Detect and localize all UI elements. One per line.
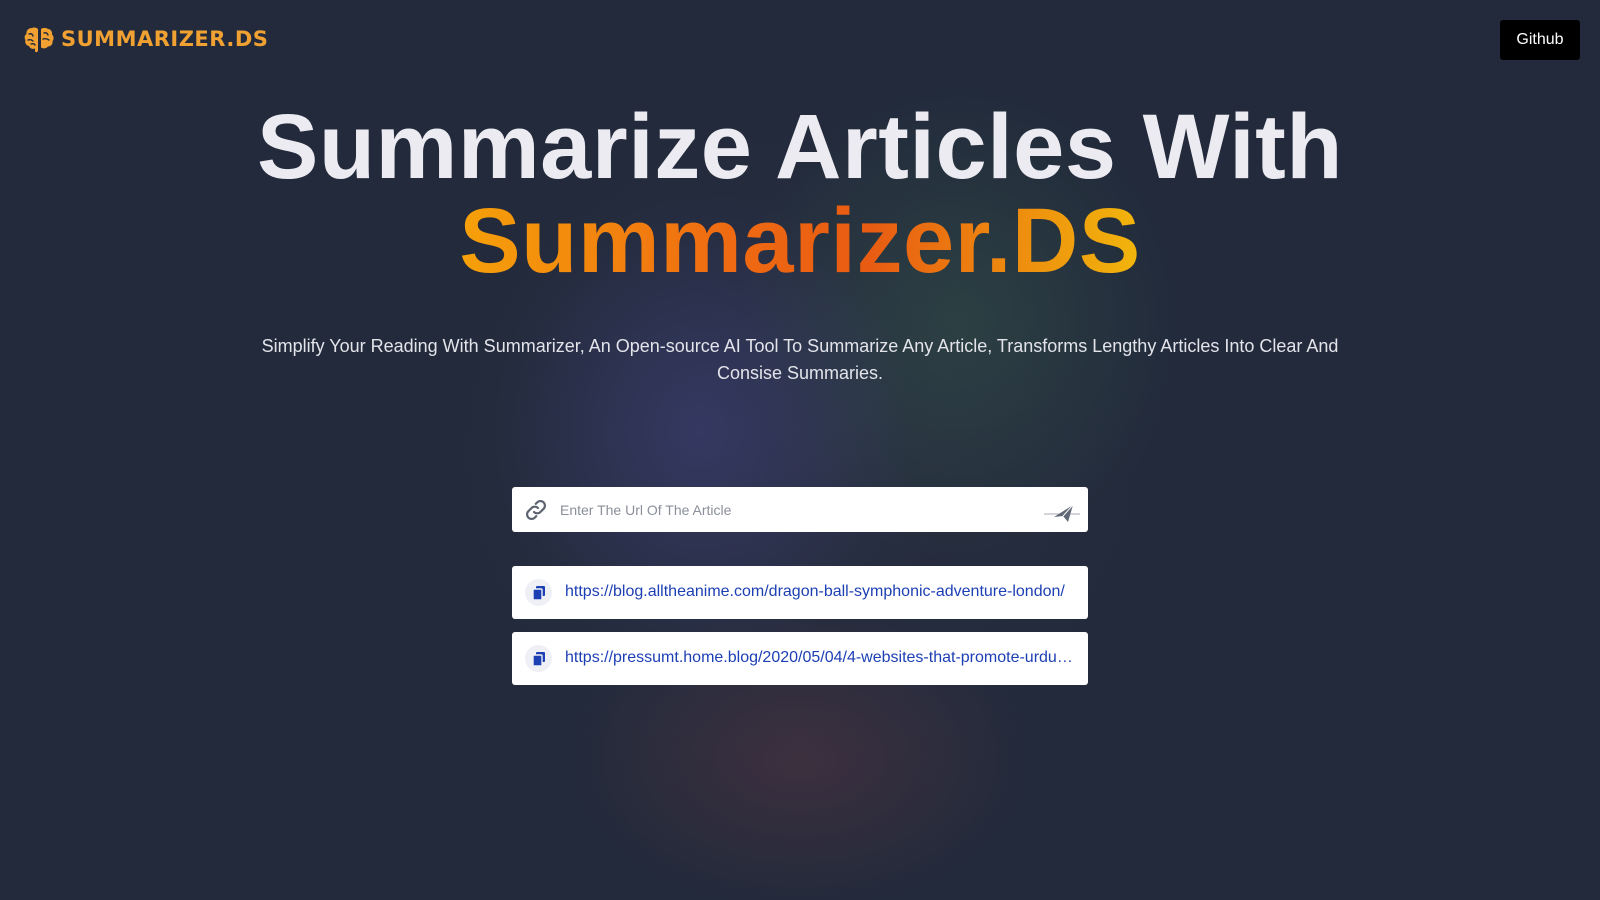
url-input[interactable] [560, 487, 1030, 532]
submit-button[interactable] [1042, 495, 1082, 525]
hero: Summarize Articles With Summarizer.DS [0, 100, 1600, 288]
page-title: Summarize Articles With Summarizer.DS [0, 100, 1600, 288]
hero-subtitle: Simplify Your Reading With Summarizer, A… [261, 336, 1339, 383]
title-brand-highlight: Summarizer.DS [459, 190, 1141, 292]
link-icon [525, 499, 547, 521]
title-line-1: Summarize Articles With [257, 96, 1343, 198]
copy-icon [531, 585, 545, 601]
logo[interactable]: SUMMARIZER.DS [23, 25, 268, 53]
send-icon [1044, 504, 1080, 522]
history-item[interactable]: https://blog.alltheanime.com/dragon-ball… [512, 566, 1088, 619]
history-url[interactable]: https://pressumt.home.blog/2020/05/04/4-… [565, 649, 1074, 667]
history-list: https://blog.alltheanime.com/dragon-ball… [512, 566, 1088, 698]
copy-button[interactable] [525, 645, 552, 672]
copy-button[interactable] [525, 579, 552, 606]
history-url[interactable]: https://blog.alltheanime.com/dragon-ball… [565, 583, 1074, 601]
github-button[interactable]: Github [1500, 20, 1580, 60]
copy-icon [531, 651, 545, 667]
url-form [512, 487, 1088, 532]
brain-icon [24, 27, 54, 53]
top-nav: SUMMARIZER.DS Github [0, 0, 1600, 80]
history-item[interactable]: https://pressumt.home.blog/2020/05/04/4-… [512, 632, 1088, 685]
logo-text: SUMMARIZER.DS [61, 27, 269, 51]
